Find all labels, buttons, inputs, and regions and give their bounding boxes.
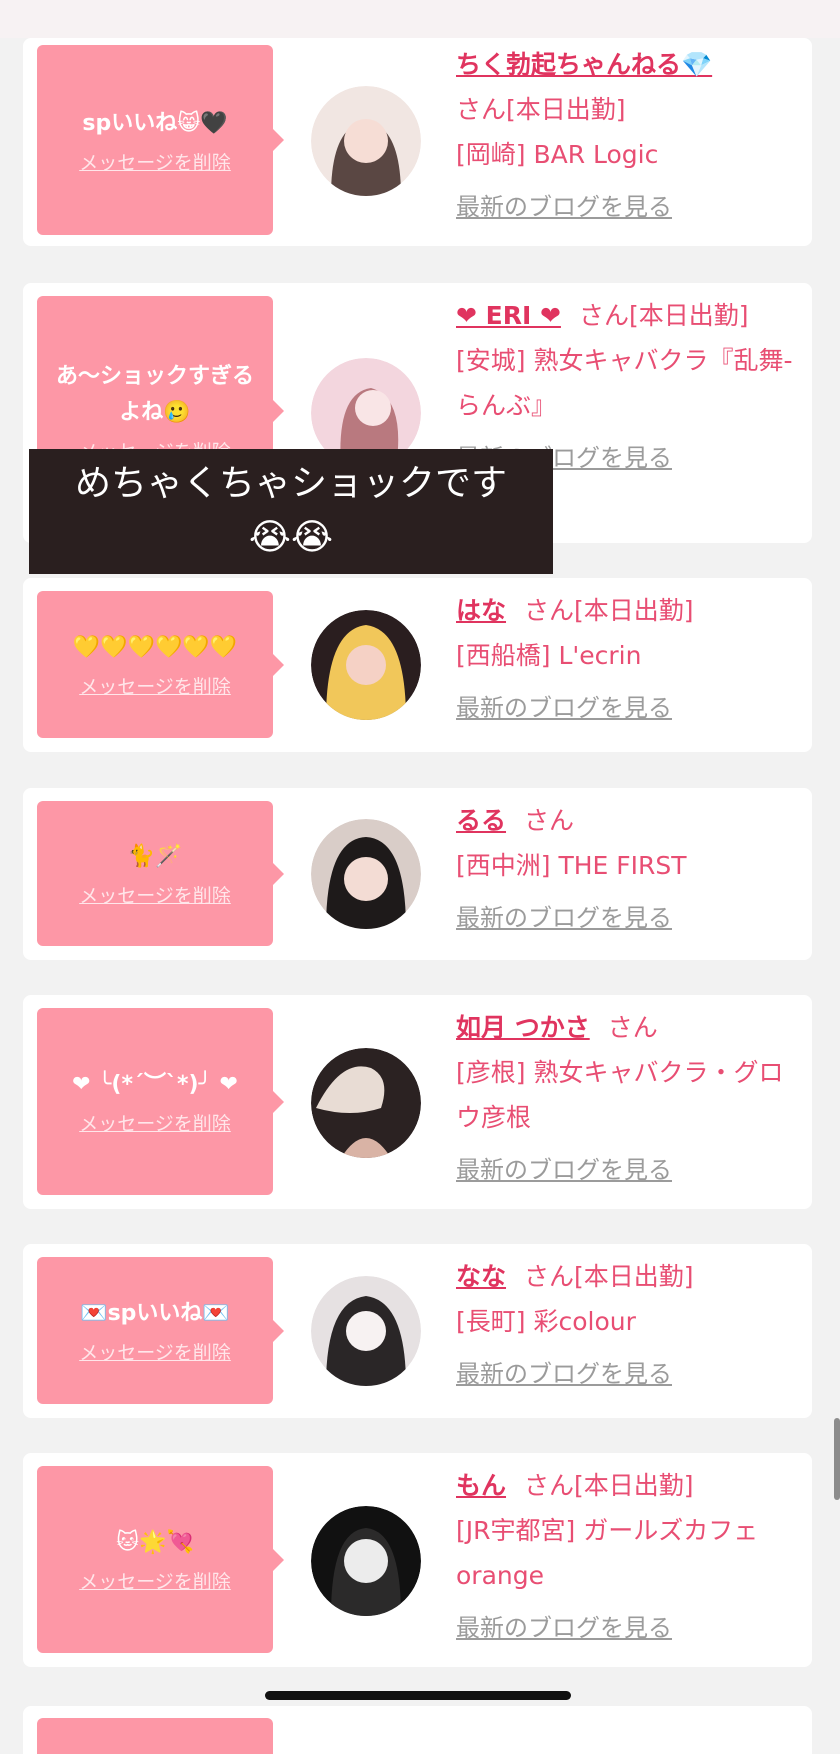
cast-name-link[interactable]: なな xyxy=(456,1262,506,1291)
delete-message-link[interactable]: メッセージを削除 xyxy=(79,1567,231,1594)
list-item: 🐈🪄 メッセージを削除 るる さん [西中洲] THE FIRST 最新のブログを… xyxy=(23,788,812,960)
item-info: もん さん[本日出勤] [JR宇都宮] ガールズカフェ orange 最新のブログ… xyxy=(456,1463,806,1651)
cast-name-link[interactable]: ❤ ERI ❤ xyxy=(456,301,561,330)
blog-link[interactable]: 最新のブログを見る xyxy=(456,1606,672,1651)
avatar[interactable] xyxy=(311,819,421,929)
cast-suffix: さん xyxy=(607,1013,658,1042)
item-info: 如月 つかさ さん [彦根] 熟女キャバクラ・グロウ彦根 最新のブログを見る xyxy=(456,1005,806,1193)
avatar[interactable] xyxy=(311,610,421,720)
message-bubble: 🐱🌟💘 メッセージを削除 xyxy=(37,1466,284,1653)
message-bubble: 💛💛💛💛💛💛 メッセージを削除 xyxy=(37,591,284,738)
cast-name-link[interactable]: 如月 つかさ xyxy=(456,1013,590,1042)
cast-name-link[interactable]: るる xyxy=(456,806,506,835)
shop-label: [安城] 熟女キャバクラ『乱舞-らんぶ』 xyxy=(456,346,793,420)
shop-label: [JR宇都宮] ガールズカフェ orange xyxy=(456,1516,759,1590)
list-item: spいいね😸🖤 メッセージを削除 ちく勃起ちゃんねる💎 さん[本日出勤] [岡崎… xyxy=(23,38,812,246)
shop-label: [長町] 彩colour xyxy=(456,1307,636,1336)
shop-label: [西船橋] L'ecrin xyxy=(456,641,642,670)
list-item: ❤ ╰(*´︶`*)╯ ❤ メッセージを削除 如月 つかさ さん [彦根] 熟女キ… xyxy=(23,995,812,1209)
caption-overlay: めちゃくちゃショックです 😭😭 xyxy=(29,449,553,574)
list-item: 🐱🌟💘 メッセージを削除 もん さん[本日出勤] [JR宇都宮] ガールズカフェ … xyxy=(23,1453,812,1667)
caption-line-1: めちゃくちゃショックです xyxy=(74,463,507,504)
item-info: はな さん[本日出勤] [西船橋] L'ecrin 最新のブログを見る xyxy=(456,588,806,731)
shop-label: [岡崎] BAR Logic xyxy=(456,140,659,169)
blog-link[interactable]: 最新のブログを見る xyxy=(456,1148,672,1193)
message-bubble: 💌spいいね💌 メッセージを削除 xyxy=(37,1257,284,1404)
blog-link[interactable]: 最新のブログを見る xyxy=(456,686,672,731)
blog-link[interactable]: 最新のブログを見る xyxy=(456,185,672,230)
cast-suffix: さん[本日出勤] xyxy=(524,1262,694,1291)
avatar[interactable] xyxy=(311,1276,421,1386)
list-item: 💌spいいね💌 メッセージを削除 なな さん[本日出勤] [長町] 彩colour… xyxy=(23,1244,812,1418)
shop-label: [西中洲] THE FIRST xyxy=(456,851,687,880)
shop-label: [彦根] 熟女キャバクラ・グロウ彦根 xyxy=(456,1058,784,1132)
item-info: ちく勃起ちゃんねる💎 さん[本日出勤] [岡崎] BAR Logic 最新のブロ… xyxy=(456,42,806,230)
message-text: 🐱🌟💘 xyxy=(116,1530,194,1555)
caption-line-2: 😭😭 xyxy=(248,517,334,558)
message-text: 🐈🪄 xyxy=(127,844,183,869)
cast-name-link[interactable]: はな xyxy=(456,596,506,625)
delete-message-link[interactable]: メッセージを削除 xyxy=(79,881,231,908)
message-text: 💛💛💛💛💛💛 xyxy=(72,635,238,660)
delete-message-link[interactable]: メッセージを削除 xyxy=(79,1109,231,1136)
delete-message-link[interactable]: メッセージを削除 xyxy=(79,148,231,175)
cast-name-link[interactable]: ちく勃起ちゃんねる💎 xyxy=(456,50,712,79)
item-info: るる さん [西中洲] THE FIRST 最新のブログを見る xyxy=(456,798,806,941)
cast-suffix: さん xyxy=(524,806,575,835)
item-info: なな さん[本日出勤] [長町] 彩colour 最新のブログを見る xyxy=(456,1254,806,1397)
blog-link[interactable]: 最新のブログを見る xyxy=(456,1352,672,1397)
scrollbar[interactable] xyxy=(834,1418,840,1500)
cast-suffix: さん[本日出勤] xyxy=(524,596,694,625)
message-bubble: spいいね😸🖤 メッセージを削除 xyxy=(37,45,284,235)
cast-name-link[interactable]: もん xyxy=(456,1471,506,1500)
home-indicator[interactable] xyxy=(265,1691,571,1700)
avatar[interactable] xyxy=(311,1048,421,1158)
blog-link[interactable]: 最新のブログを見る xyxy=(456,896,672,941)
list-item: 💛💛💛💛💛💛 メッセージを削除 はな さん[本日出勤] [西船橋] L'ecrin… xyxy=(23,578,812,752)
delete-message-link[interactable]: メッセージを削除 xyxy=(79,1338,231,1365)
cast-suffix: さん[本日出勤] xyxy=(578,301,749,330)
message-text: ❤ ╰(*´︶`*)╯ ❤ xyxy=(72,1072,238,1097)
avatar[interactable] xyxy=(311,1506,421,1616)
cast-suffix: さん[本日出勤] xyxy=(524,1471,694,1500)
avatar[interactable] xyxy=(311,86,421,196)
message-text: 💌spいいね💌 xyxy=(80,1301,230,1326)
list-item-partial xyxy=(23,1706,812,1754)
message-text: spいいね😸🖤 xyxy=(82,110,228,136)
status-bar xyxy=(0,0,840,38)
message-bubble: ❤ ╰(*´︶`*)╯ ❤ メッセージを削除 xyxy=(37,1008,284,1195)
delete-message-link[interactable]: メッセージを削除 xyxy=(79,672,231,699)
cast-suffix: さん[本日出勤] xyxy=(456,95,626,124)
message-text: あ～ショックすぎるよね🥲 xyxy=(55,363,254,425)
message-bubble: 🐈🪄 メッセージを削除 xyxy=(37,801,284,946)
